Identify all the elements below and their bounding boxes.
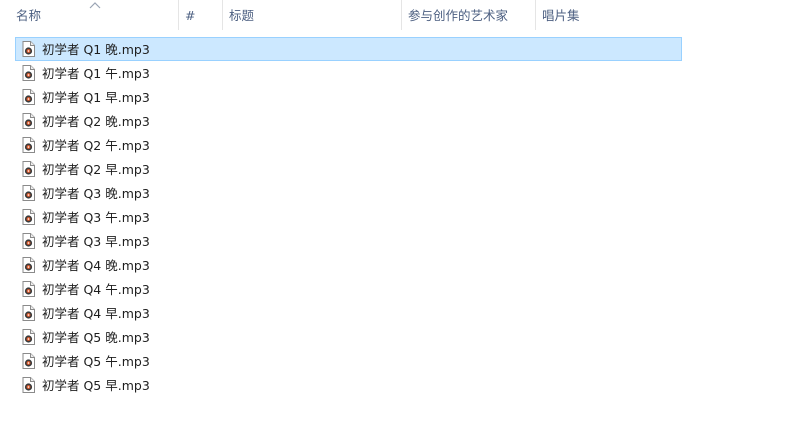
audio-file-icon: [22, 209, 35, 225]
column-header-bar: 名称 # 标题 参与创作的艺术家 唱片集: [0, 0, 686, 30]
file-name: 初学者 Q5 早.mp3: [42, 378, 150, 393]
file-name: 初学者 Q1 午.mp3: [42, 66, 150, 81]
audio-file-icon: [22, 89, 35, 105]
audio-file-icon: [22, 281, 35, 297]
file-row[interactable]: 初学者 Q2 早.mp3: [15, 157, 682, 181]
column-header-contributing-artists[interactable]: 参与创作的艺术家: [401, 0, 535, 30]
file-name: 初学者 Q1 早.mp3: [42, 90, 150, 105]
audio-file-icon: [22, 257, 35, 273]
file-name: 初学者 Q2 早.mp3: [42, 162, 150, 177]
audio-file-icon: [22, 185, 35, 201]
file-row[interactable]: 初学者 Q5 晚.mp3: [15, 325, 682, 349]
column-header-number-label: #: [185, 8, 196, 23]
audio-file-icon: [22, 353, 35, 369]
audio-file-icon: [22, 305, 35, 321]
file-name: 初学者 Q4 早.mp3: [42, 306, 150, 321]
column-header-album-label: 唱片集: [542, 8, 580, 23]
file-name: 初学者 Q3 晚.mp3: [42, 186, 150, 201]
audio-file-icon: [22, 329, 35, 345]
file-row[interactable]: 初学者 Q1 午.mp3: [15, 61, 682, 85]
file-name: 初学者 Q2 晚.mp3: [42, 114, 150, 129]
audio-file-icon: [22, 137, 35, 153]
audio-file-icon: [22, 161, 35, 177]
audio-file-icon: [22, 65, 35, 81]
file-name: 初学者 Q5 午.mp3: [42, 354, 150, 369]
audio-file-icon: [22, 377, 35, 393]
file-name: 初学者 Q3 午.mp3: [42, 210, 150, 225]
file-row[interactable]: 初学者 Q3 早.mp3: [15, 229, 682, 253]
column-header-contributing-artists-label: 参与创作的艺术家: [408, 8, 509, 23]
file-row[interactable]: 初学者 Q5 早.mp3: [15, 373, 682, 397]
column-header-title[interactable]: 标题: [222, 0, 401, 30]
file-name: 初学者 Q3 早.mp3: [42, 234, 150, 249]
file-name: 初学者 Q5 晚.mp3: [42, 330, 150, 345]
file-list: 初学者 Q1 晚.mp3 初学者 Q1 午.mp3 初学者 Q1 早.mp3 初学者 …: [15, 37, 682, 397]
file-row[interactable]: 初学者 Q4 午.mp3: [15, 277, 682, 301]
file-row[interactable]: 初学者 Q3 晚.mp3: [15, 181, 682, 205]
file-row[interactable]: 初学者 Q2 午.mp3: [15, 133, 682, 157]
file-name: 初学者 Q1 晚.mp3: [42, 42, 150, 57]
column-header-number[interactable]: #: [178, 0, 222, 30]
audio-file-icon: [22, 233, 35, 249]
file-row[interactable]: 初学者 Q1 早.mp3: [15, 85, 682, 109]
file-row[interactable]: 初学者 Q4 晚.mp3: [15, 253, 682, 277]
file-row[interactable]: 初学者 Q1 晚.mp3: [15, 37, 682, 61]
file-name: 初学者 Q4 晚.mp3: [42, 258, 150, 273]
audio-file-icon: [22, 113, 35, 129]
column-header-name-label: 名称: [16, 8, 42, 23]
file-row[interactable]: 初学者 Q2 晚.mp3: [15, 109, 682, 133]
column-header-title-label: 标题: [229, 8, 255, 23]
column-header-album[interactable]: 唱片集: [535, 0, 686, 30]
audio-file-icon: [22, 41, 35, 57]
file-name: 初学者 Q2 午.mp3: [42, 138, 150, 153]
file-row[interactable]: 初学者 Q5 午.mp3: [15, 349, 682, 373]
file-row[interactable]: 初学者 Q3 午.mp3: [15, 205, 682, 229]
file-name: 初学者 Q4 午.mp3: [42, 282, 150, 297]
file-row[interactable]: 初学者 Q4 早.mp3: [15, 301, 682, 325]
chevron-up-icon: [89, 2, 101, 9]
